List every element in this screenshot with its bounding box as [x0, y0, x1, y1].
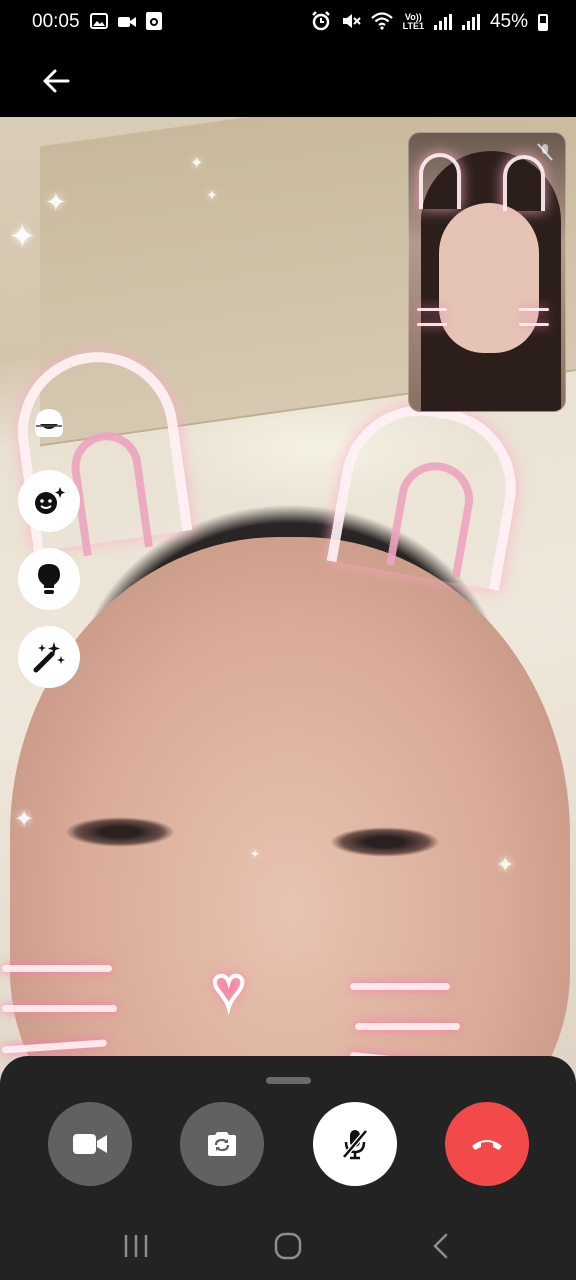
status-left: 00:05 [32, 11, 162, 33]
lightbulb-icon [38, 564, 60, 594]
sparkle: ✦ [206, 187, 218, 203]
battery-percent: 45% [489, 11, 528, 32]
sparkle: ✦ [14, 806, 35, 833]
self-whisker [417, 308, 447, 311]
face-effects-toggle[interactable] [18, 392, 80, 454]
whisker-right-1 [350, 983, 450, 990]
mic-off-small-icon [537, 143, 553, 161]
end-call-button[interactable] [445, 1102, 529, 1186]
smiley-sparkle-icon [35, 487, 65, 514]
face-mask-icon [35, 408, 63, 437]
sheet-handle[interactable] [266, 1077, 311, 1084]
sparkle: ✦ [496, 852, 515, 877]
video-toggle-button[interactable] [48, 1102, 132, 1186]
magic-effects-button[interactable] [18, 626, 80, 688]
network-type: Vo)) LTE1 [403, 13, 424, 31]
flip-camera-button[interactable] [180, 1102, 264, 1186]
status-time: 00:05 [32, 11, 80, 32]
arrow-left-icon [43, 69, 70, 92]
wifi-icon [370, 11, 393, 33]
mic-off-icon [342, 1129, 368, 1160]
self-cat-ear-right [503, 155, 545, 211]
whisker-left-2 [2, 1005, 117, 1012]
self-whisker [519, 323, 549, 326]
remote-eye-left [65, 817, 175, 847]
whisker-right-2 [355, 1023, 460, 1030]
heart-nose: ♥ [210, 954, 247, 1021]
camera-app-icon [145, 11, 162, 33]
self-whisker [519, 308, 549, 311]
call-header [0, 44, 576, 117]
whisker-left-1 [2, 965, 112, 972]
signal-2-icon [461, 14, 480, 30]
gallery-icon [89, 12, 108, 32]
signal-icon [433, 14, 452, 30]
sparkle: ✦ [45, 187, 67, 217]
emoji-effects-button[interactable] [18, 470, 80, 532]
back-button[interactable] [40, 65, 72, 97]
status-bar: 00:05 Vo)) LTE1 45% [0, 0, 576, 44]
status-right: Vo)) LTE1 45% [311, 10, 548, 34]
sparkle: ✦ [190, 155, 204, 172]
home-icon [274, 1232, 302, 1260]
self-cat-ear-left [419, 153, 461, 209]
system-nav-bar [0, 1212, 576, 1280]
effects-toolbar [18, 392, 80, 688]
light-button[interactable] [18, 548, 80, 610]
self-view[interactable] [408, 132, 566, 412]
recent-apps-button[interactable] [106, 1226, 166, 1266]
recent-apps-icon [124, 1235, 148, 1257]
home-button[interactable] [258, 1226, 318, 1266]
self-face [439, 203, 539, 353]
back-icon [433, 1233, 448, 1259]
lte-label: LTE1 [402, 21, 424, 31]
self-whisker [417, 323, 447, 326]
mute-icon [341, 11, 361, 34]
remote-eye-right [330, 827, 440, 857]
alarm-icon [311, 10, 331, 34]
video-camera-icon [117, 13, 136, 31]
magic-wand-icon [33, 642, 65, 673]
phone-hangup-icon [472, 1140, 502, 1150]
mute-toggle-button[interactable] [313, 1102, 397, 1186]
nav-back-button[interactable] [410, 1226, 470, 1266]
sparkle: ✦ [250, 847, 261, 861]
sparkle: ✦ [8, 218, 37, 256]
battery-icon [538, 13, 548, 31]
video-camera-icon [73, 1134, 107, 1154]
camera-rotate-icon [208, 1132, 236, 1156]
